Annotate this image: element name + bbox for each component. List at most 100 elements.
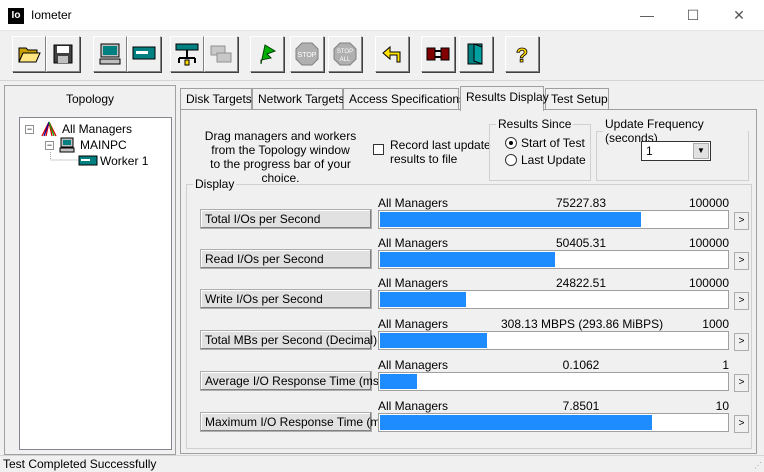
row-range-button[interactable]: > [734,292,749,310]
progress-bar[interactable] [378,331,729,350]
app-icon: Io [8,8,24,24]
tab-results-display[interactable]: Results Display [460,86,549,111]
tree-connector [50,152,80,161]
row-range-button[interactable]: > [734,212,749,230]
computer-icon [59,137,75,153]
instructions-line: Drag managers and workers [204,129,357,143]
metric-select-button[interactable]: Write I/Os per Second [200,289,372,309]
save-config-button[interactable] [46,36,80,72]
row-max-value: 1 [722,358,729,372]
row-manager-label: All Managers [378,358,449,372]
row-range-button[interactable]: > [734,374,749,392]
row-max-value: 10 [715,399,729,413]
resize-grip-icon[interactable]: ⋰ [754,461,762,470]
row-range-button[interactable]: > [734,415,749,433]
exit-door-icon [467,43,483,65]
row-manager-label: All Managers [378,196,449,210]
results-display-panel: Drag managers and workers from the Topol… [180,109,757,454]
tab-access-specifications[interactable]: Access Specifications [343,88,465,110]
metric-select-button[interactable]: Total MBs per Second (Decimal) [200,330,377,350]
svg-text:ALL: ALL [340,57,351,63]
row-max-value: 100000 [688,276,729,290]
metric-select-button[interactable]: Maximum I/O Response Time (ms) [200,412,390,432]
tab-network-targets[interactable]: Network Targets [252,88,344,110]
row-value: 50405.31 [555,236,607,250]
window-title: Iometer [31,8,72,22]
title-bar: Io Iometer — ☐ ✕ [0,0,764,31]
update-frequency-select[interactable]: 1 ▼ [641,141,711,161]
progress-bar-fill [380,212,641,227]
row-value: 308.13 MBPS (293.86 MiBPS) [501,317,664,331]
svg-text:STOP: STOP [298,52,317,59]
disk-worker-icon [132,46,156,60]
stop-button[interactable]: STOP [290,36,324,72]
radio-start-of-test-label[interactable]: Start of Test [521,136,585,150]
progress-bar[interactable] [378,290,729,309]
tab-disk-targets[interactable]: Disk Targets [180,88,252,110]
tree-item-all-managers[interactable]: All Managers [62,122,132,136]
progress-bar-fill [380,333,487,348]
toolbar: STOP STOP ALL ? [0,31,764,81]
row-value: 24822.51 [555,276,607,290]
exit-button[interactable] [459,36,493,72]
new-manager-button[interactable] [93,36,127,72]
progress-bar-fill [380,374,417,389]
maximize-button[interactable]: ☐ [670,0,716,30]
row-manager-label: All Managers [378,399,449,413]
computer-icon [99,43,121,65]
progress-bar[interactable] [378,210,729,229]
open-folder-icon [18,47,41,63]
start-tests-button[interactable] [250,36,284,72]
progress-bar[interactable] [378,372,729,391]
tab-test-setup[interactable]: Test Setup [545,88,609,110]
stop-icon: STOP [295,42,319,66]
progress-bar-fill [380,415,652,430]
row-manager-label: All Managers [378,276,449,290]
record-results-checkbox[interactable] [373,144,384,155]
disconnect-button[interactable] [421,36,455,72]
row-range-button[interactable]: > [734,252,749,270]
metric-select-button[interactable]: Average I/O Response Time (ms) [200,371,383,391]
worker-icon [78,155,98,166]
row-manager-label: All Managers [378,317,449,331]
progress-bar-fill [380,252,555,267]
display-legend: Display [195,177,235,191]
close-button[interactable]: ✕ [716,0,762,30]
row-max-value: 100000 [688,236,729,250]
progress-bar-fill [380,292,466,307]
metric-select-button[interactable]: Read I/Os per Second [200,249,372,269]
radio-last-update[interactable] [505,154,517,166]
update-frequency-value: 1 [646,144,653,158]
reset-workers-button[interactable] [375,36,409,72]
metric-select-button[interactable]: Total I/Os per Second [200,209,372,229]
row-max-value: 1000 [702,317,729,331]
progress-bar[interactable] [378,413,729,432]
topology-title: Topology [65,92,115,106]
radio-last-update-label[interactable]: Last Update [521,153,586,167]
new-worker-button[interactable] [127,36,161,72]
open-config-button[interactable] [12,36,46,72]
about-button[interactable]: ? [505,36,539,72]
record-results-label[interactable]: Record last update results to file [390,138,491,166]
tree-item-mainpc[interactable]: MAINPC [80,138,127,152]
row-range-button[interactable]: > [734,333,749,351]
all-managers-icon [41,121,57,137]
network-worker-icon [175,43,199,66]
chevron-down-icon[interactable]: ▼ [693,143,709,159]
progress-bar[interactable] [378,250,729,269]
new-network-worker-button[interactable] [170,36,204,72]
instructions-line: from the Topology window [211,143,350,157]
radio-start-of-test[interactable] [505,137,517,149]
stop-all-button[interactable]: STOP ALL [328,36,362,72]
topology-tree[interactable]: − All Managers − MAINPC Worker 1 [19,117,172,450]
duplicate-icon [210,45,232,63]
help-question-icon: ? [515,45,528,66]
tree-expander[interactable]: − [45,141,54,150]
duplicate-worker-button[interactable] [204,36,238,72]
disconnect-icon [426,47,450,61]
row-value: 0.1062 [562,358,600,372]
stop-all-icon: STOP ALL [333,42,357,66]
tree-item-worker-1[interactable]: Worker 1 [100,154,148,168]
tree-expander[interactable]: − [25,125,34,134]
minimize-button[interactable]: — [624,0,670,30]
